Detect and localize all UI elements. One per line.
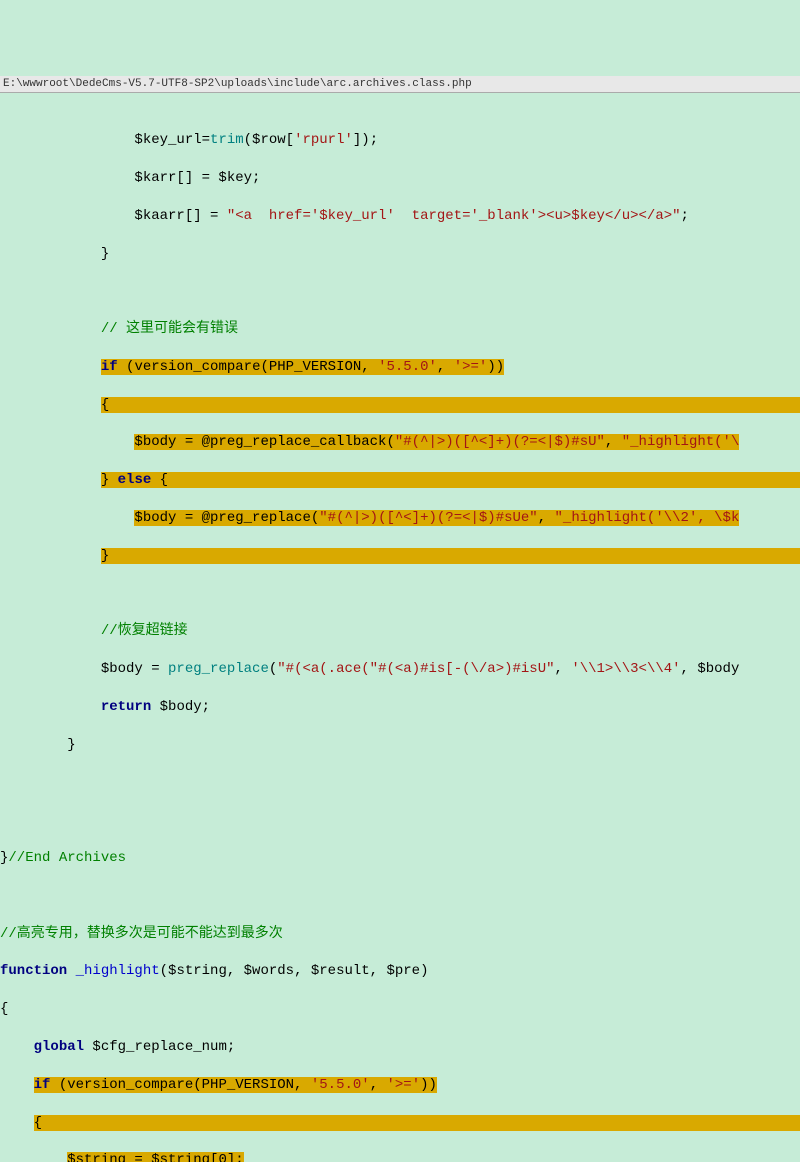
code-line-comment: //恢复超链接 — [0, 622, 800, 641]
code-line: { — [0, 1000, 800, 1019]
code-line-highlighted: if (version_compare(PHP_VERSION, '5.5.0'… — [0, 358, 800, 377]
code-line: global $cfg_replace_num; — [0, 1038, 800, 1057]
code-editor: $key_url=trim($row['rpurl']); $karr[] = … — [0, 112, 800, 1162]
code-line-highlighted: $string = $string[0]; — [0, 1151, 800, 1162]
code-line — [0, 773, 800, 792]
code-line — [0, 811, 800, 830]
code-line-highlighted: } else { — [0, 471, 800, 490]
code-line-highlighted: $body = @preg_replace_callback("#(^|>)([… — [0, 433, 800, 452]
code-line — [0, 282, 800, 301]
code-line-highlighted: } — [0, 547, 800, 566]
code-line-highlighted: { — [0, 1114, 800, 1133]
code-line: return $body; — [0, 698, 800, 717]
code-line-highlighted: if (version_compare(PHP_VERSION, '5.5.0'… — [0, 1076, 800, 1095]
code-line: $kaarr[] = "<a href='$key_url' target='_… — [0, 207, 800, 226]
code-line: } — [0, 736, 800, 755]
code-line-comment: // 这里可能会有错误 — [0, 320, 800, 339]
code-line: function _highlight($string, $words, $re… — [0, 962, 800, 981]
code-line: } — [0, 245, 800, 264]
code-line-highlighted: $body = @preg_replace("#(^|>)([^<]+)(?=<… — [0, 509, 800, 528]
code-line — [0, 887, 800, 906]
code-line: $karr[] = $key; — [0, 169, 800, 188]
code-line — [0, 585, 800, 604]
code-line: $body = preg_replace("#(<a(.ace("#(<a)#i… — [0, 660, 800, 679]
code-line-comment: //高亮专用，替换多次是可能不能达到最多次 — [0, 925, 800, 944]
code-line: $key_url=trim($row['rpurl']); — [0, 131, 800, 150]
code-line-highlighted: { — [0, 396, 800, 415]
file-path-bar: E:\wwwroot\DedeCms-V5.7-UTF8-SP2\uploads… — [0, 76, 800, 94]
code-line: }//End Archives — [0, 849, 800, 868]
